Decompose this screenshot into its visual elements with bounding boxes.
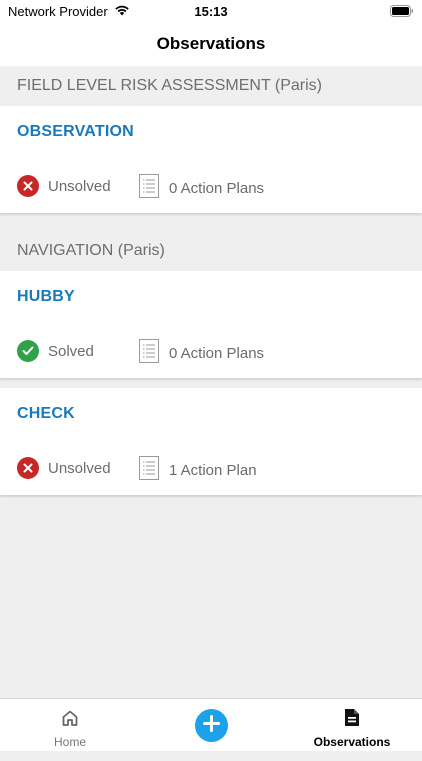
status-indicator: Solved [17, 340, 94, 362]
home-icon [61, 709, 79, 732]
action-plans-count: 0 Action Plans [139, 339, 264, 367]
clock-time: 15:13 [194, 4, 228, 19]
action-plans-count: 0 Action Plans [139, 174, 264, 202]
action-plans-label: 0 Action Plans [169, 344, 265, 362]
status-indicator: Unsolved [17, 175, 111, 197]
tab-home-label: Home [53, 735, 86, 749]
card-spacer [0, 378, 422, 388]
navigation-bar: Observations [0, 22, 422, 67]
status-bar: Network Provider 15:13 [0, 0, 422, 22]
observations-list[interactable]: FIELD LEVEL RISK ASSESSMENT (Paris) OBSE… [0, 66, 422, 495]
tab-bar: Home Observations [0, 698, 422, 751]
observation-card-hubby[interactable]: HUBBY Solved 0 Action Plans [0, 271, 422, 378]
solved-check-icon [17, 340, 39, 362]
status-label: Solved [48, 342, 94, 360]
document-list-icon [139, 456, 159, 484]
observation-title: OBSERVATION [17, 123, 134, 140]
status-indicator: Unsolved [17, 457, 111, 479]
section-header-field-level-risk: FIELD LEVEL RISK ASSESSMENT (Paris) [0, 66, 422, 106]
tab-home[interactable]: Home [40, 709, 100, 761]
observation-title: HUBBY [17, 288, 75, 305]
observation-title: CHECK [17, 405, 75, 422]
unsolved-x-icon [17, 175, 39, 197]
document-icon [344, 708, 360, 732]
observation-card-observation[interactable]: OBSERVATION Unsolved 0 Action Plans [0, 106, 422, 213]
tab-observations-label: Observations [313, 735, 391, 749]
unsolved-x-icon [17, 457, 39, 479]
observation-card-check[interactable]: CHECK Unsolved 1 Action Plan [0, 388, 422, 495]
tab-observations[interactable]: Observations [300, 708, 404, 760]
action-plans-count: 1 Action Plan [139, 456, 257, 484]
document-list-icon [139, 339, 159, 367]
status-label: Unsolved [48, 459, 111, 477]
battery-icon [390, 5, 414, 20]
action-plans-label: 1 Action Plan [169, 461, 257, 479]
add-observation-button[interactable] [195, 709, 228, 742]
page-title: Observations [156, 34, 266, 53]
document-list-icon [139, 174, 159, 202]
action-plans-label: 0 Action Plans [169, 179, 265, 197]
plus-icon [203, 714, 220, 737]
section-header-navigation: NAVIGATION (Paris) [0, 231, 422, 271]
status-label: Unsolved [48, 177, 111, 195]
